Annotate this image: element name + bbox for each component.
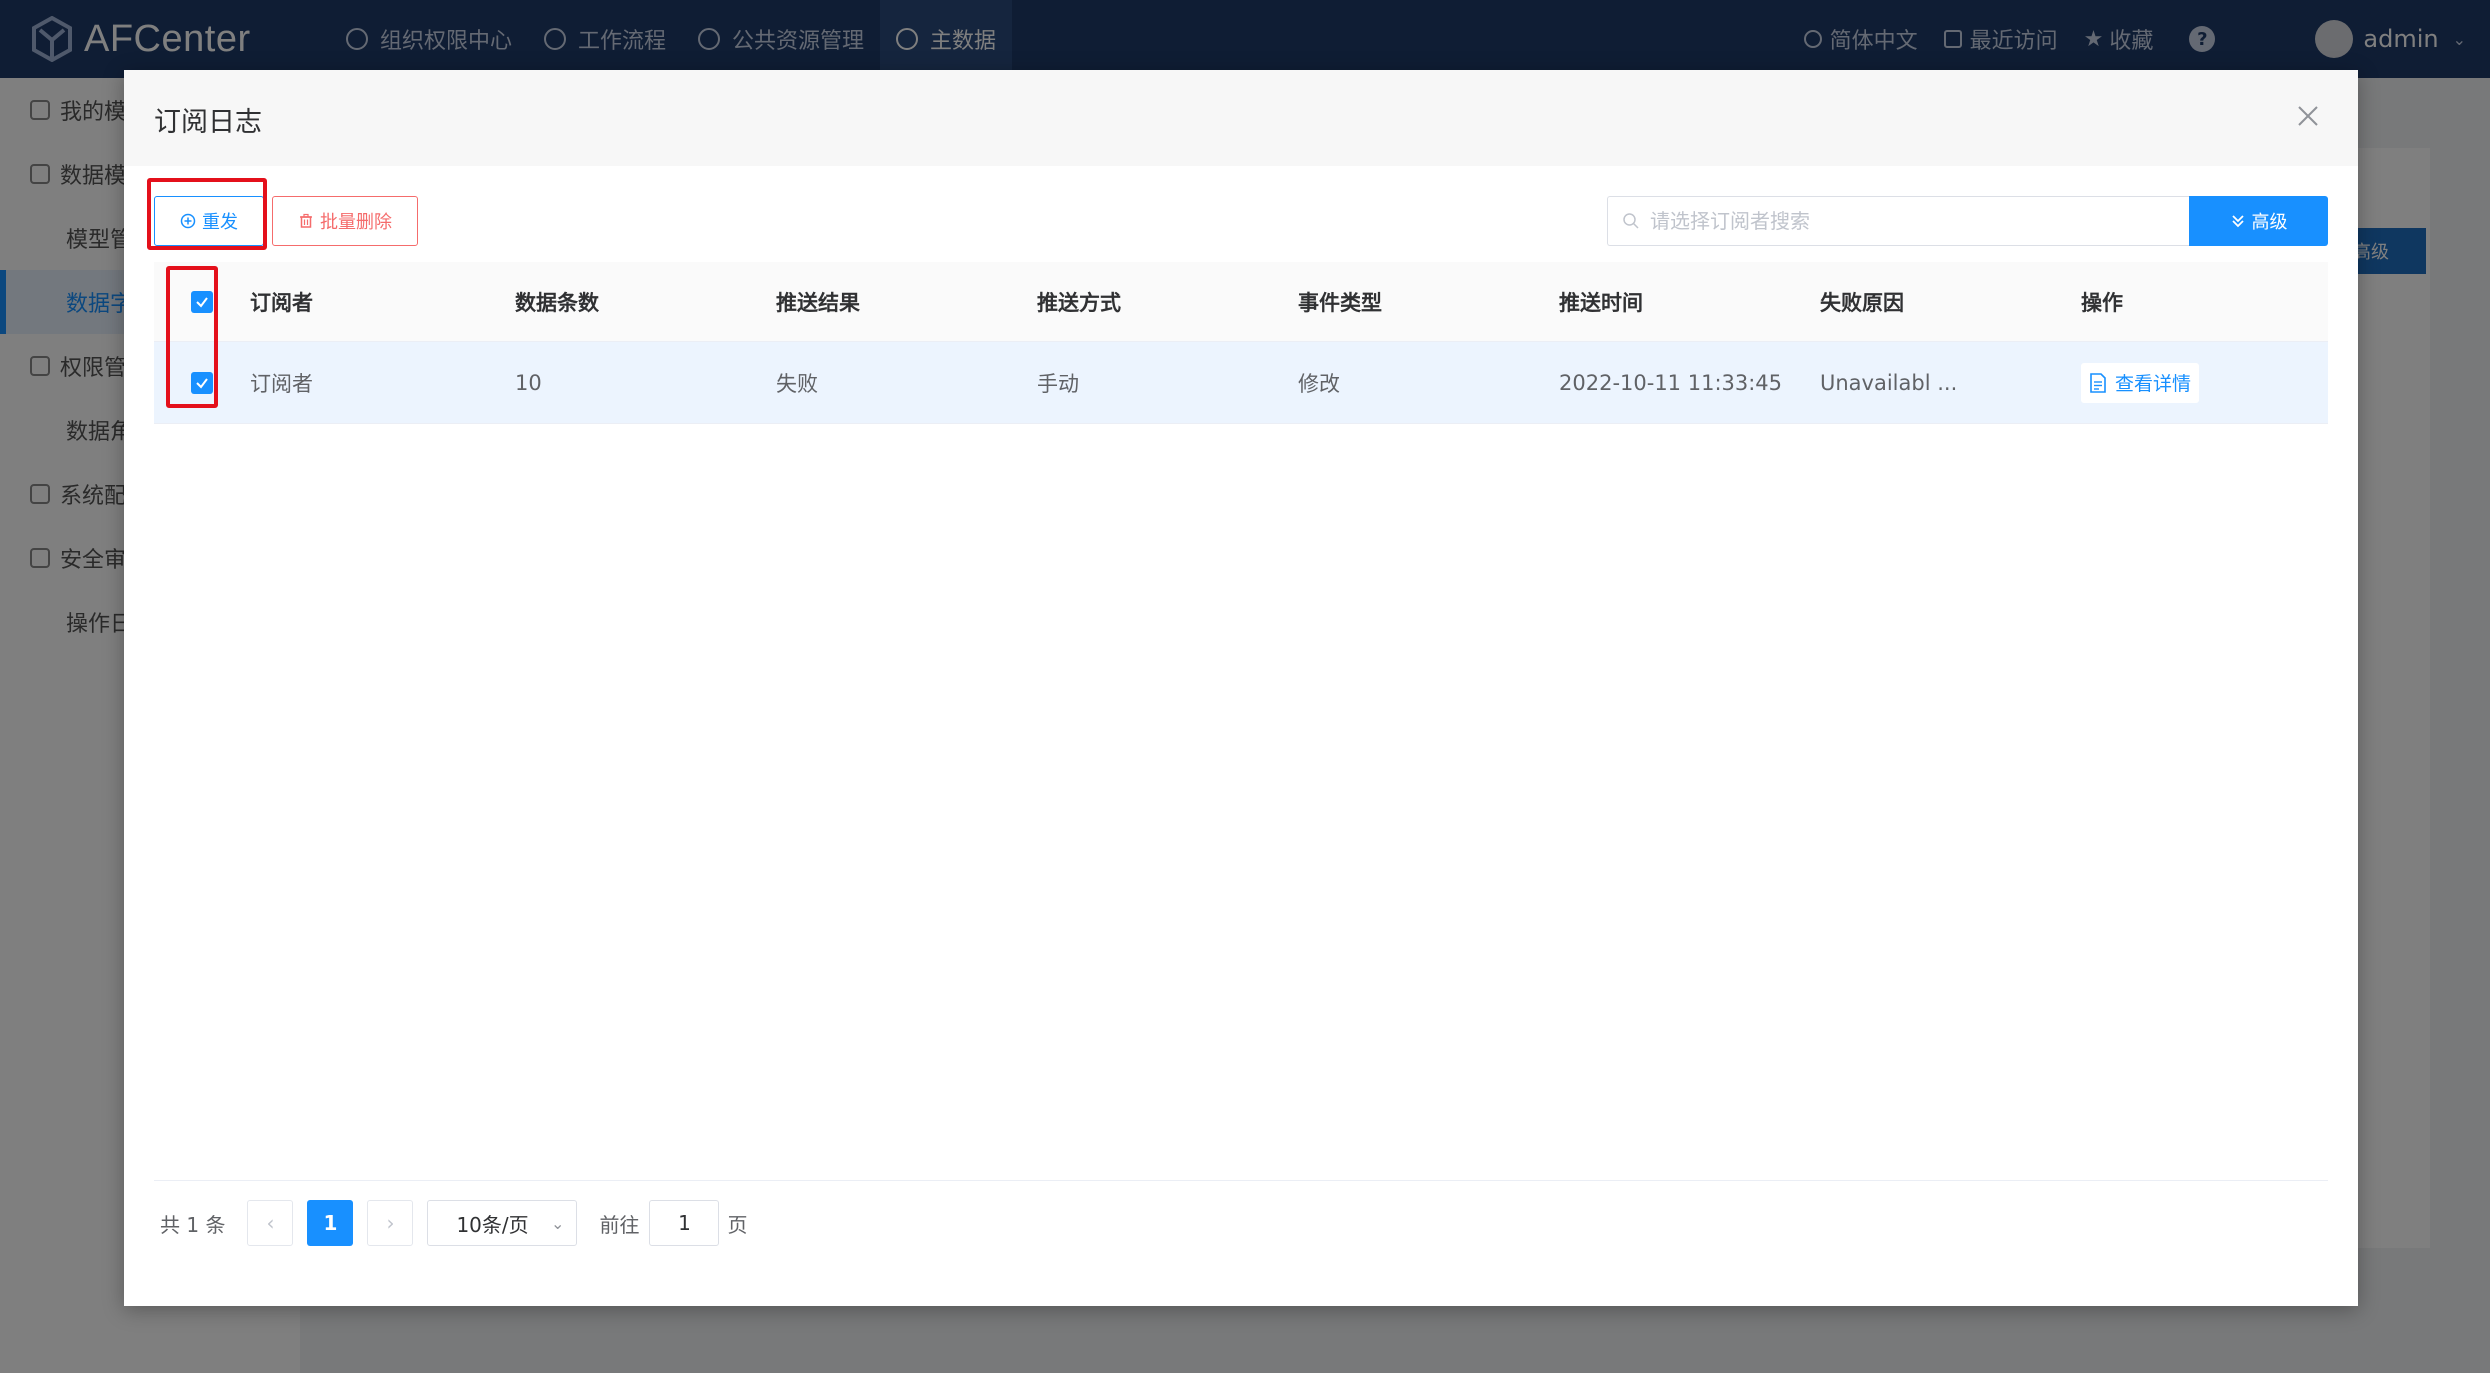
page-number-active[interactable]: 1: [307, 1200, 354, 1246]
check-icon: [196, 296, 208, 308]
cell-result: 失败: [776, 371, 818, 396]
cell-subscriber: 订阅者: [250, 371, 313, 396]
column-header-push-time[interactable]: 推送时间: [1559, 287, 1820, 317]
page-suffix: 页: [727, 1212, 748, 1237]
header-checkbox-cell: [154, 290, 250, 313]
row-checkbox[interactable]: [191, 371, 213, 394]
subscription-log-table: 订阅者 数据条数 推送结果 推送方式 事件类型 推送时间 失败原因 操作 订阅者…: [154, 262, 2328, 424]
column-header-result[interactable]: 推送结果: [776, 287, 1037, 317]
search-icon: [1623, 213, 1639, 229]
select-all-checkbox[interactable]: [191, 290, 213, 313]
cell-mode: 手动: [1037, 371, 1079, 396]
column-header-actions: 操作: [2081, 290, 2123, 315]
view-detail-label: 查看详情: [2115, 373, 2192, 395]
check-icon: [196, 377, 208, 389]
column-header-event-type[interactable]: 事件类型: [1298, 287, 1559, 317]
dialog-toolbar: 重发 批量删除 高级: [154, 196, 2328, 246]
search-input[interactable]: [1650, 209, 2170, 233]
subscriber-search: [1607, 196, 2189, 246]
column-header-count[interactable]: 数据条数: [515, 287, 776, 317]
table-row[interactable]: 订阅者 10 失败 手动 修改 2022-10-11 11:33:45 Unav…: [154, 342, 2328, 424]
resend-button[interactable]: 重发: [154, 196, 264, 246]
column-header-mode[interactable]: 推送方式: [1037, 287, 1298, 317]
cell-fail-reason: Unavailabl ...: [1820, 370, 1958, 395]
total-count: 共 1 条: [160, 1212, 226, 1237]
cell-event-type: 修改: [1298, 371, 1340, 396]
page-size-select[interactable]: 10条/页 ⌄: [427, 1200, 578, 1246]
goto-label: 前往: [599, 1212, 640, 1237]
advanced-search-button[interactable]: 高级: [2189, 196, 2328, 246]
prev-page-button[interactable]: ‹: [247, 1200, 294, 1246]
trash-icon: [300, 213, 312, 228]
page-size-value: 10条/页: [456, 1212, 529, 1237]
advanced-label: 高级: [2251, 212, 2288, 233]
column-header-fail-reason[interactable]: 失败原因: [1820, 287, 2081, 317]
cell-count: 10: [515, 370, 542, 395]
subscription-log-dialog: 订阅日志 重发 批量删除 高级 订阅者 数据条数 推送结果: [124, 70, 2358, 1306]
close-glyph: [2298, 106, 2318, 126]
table-header: 订阅者 数据条数 推送结果 推送方式 事件类型 推送时间 失败原因 操作: [154, 262, 2328, 342]
footer-divider: [154, 1180, 2328, 1181]
document-icon: [2090, 372, 2106, 393]
view-detail-button[interactable]: 查看详情: [2081, 362, 2200, 403]
goto-page-input[interactable]: 1: [649, 1200, 720, 1246]
row-checkbox-cell: [154, 371, 250, 394]
close-icon[interactable]: [2288, 96, 2328, 136]
dialog-header: 订阅日志: [124, 70, 2358, 166]
chevron-down-icon: ⌄: [551, 1213, 565, 1233]
cell-push-time: 2022-10-11 11:33:45: [1559, 370, 1783, 395]
column-header-subscriber[interactable]: 订阅者: [250, 287, 515, 317]
plus-circle-icon: [180, 213, 196, 229]
batch-delete-label: 批量删除: [320, 212, 392, 233]
pagination: 共 1 条 ‹ 1 › 10条/页 ⌄ 前往 1 页: [160, 1200, 747, 1246]
dialog-title: 订阅日志: [154, 107, 262, 138]
resend-label: 重发: [202, 212, 238, 233]
double-chevron-down-icon: [2231, 215, 2244, 228]
batch-delete-button[interactable]: 批量删除: [272, 196, 418, 246]
next-page-button[interactable]: ›: [367, 1200, 414, 1246]
cell-actions: 查看详情: [2081, 362, 2328, 403]
